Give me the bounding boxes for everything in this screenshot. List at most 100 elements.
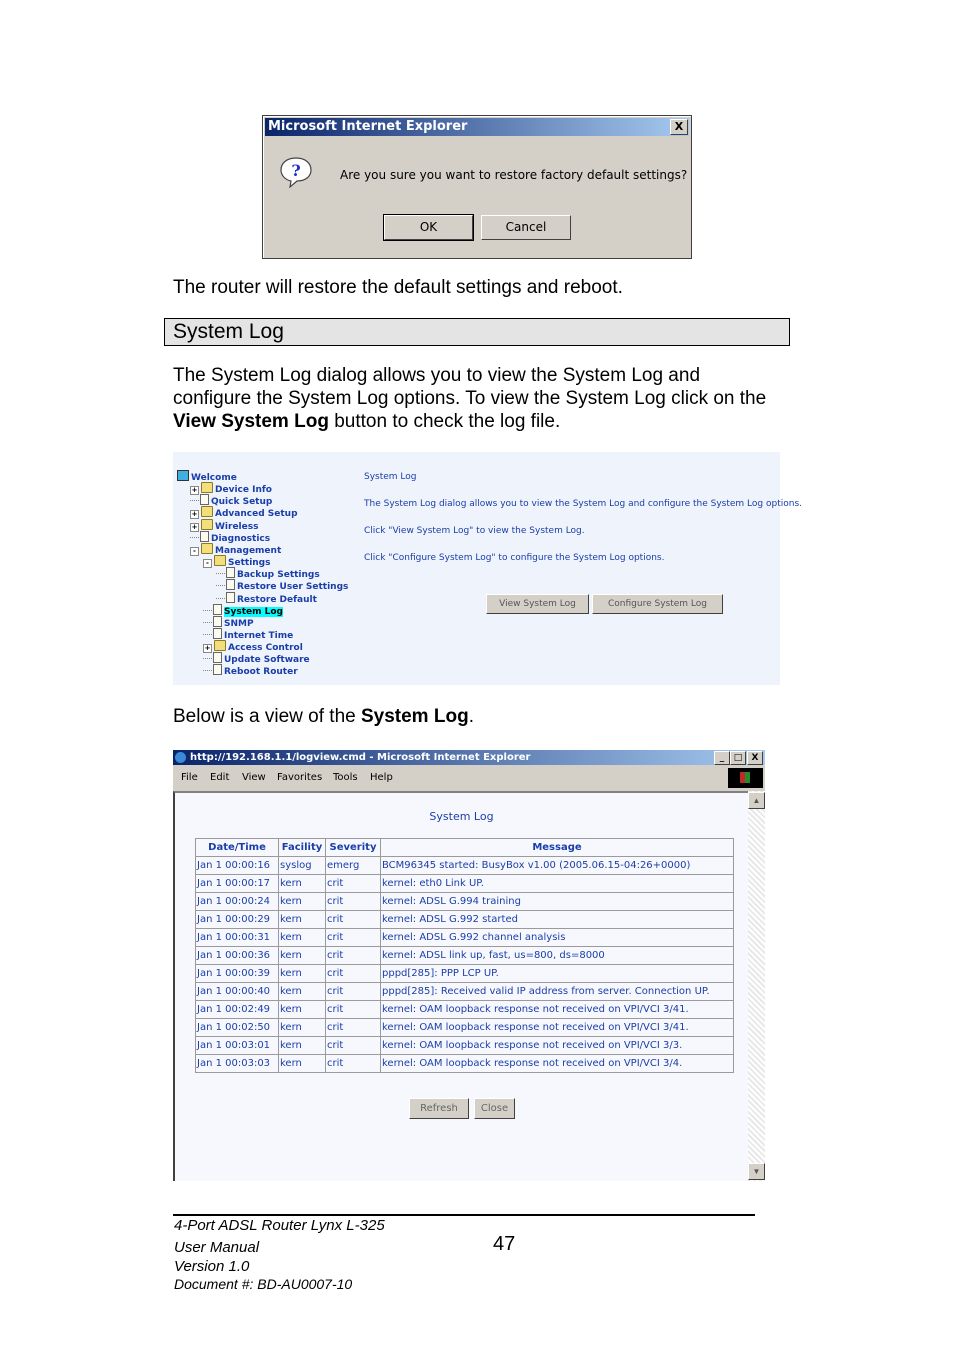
menu-tools[interactable]: Tools bbox=[333, 772, 358, 783]
windows-logo-icon bbox=[728, 768, 763, 788]
tree-item[interactable]: Reboot Router bbox=[203, 664, 298, 677]
date-time-cell: Jan 1 00:00:36 bbox=[195, 946, 279, 965]
tree-item[interactable]: Diagnostics bbox=[190, 530, 270, 544]
menu-favorites[interactable]: Favorites bbox=[277, 772, 322, 783]
section-title: System Log bbox=[173, 320, 284, 343]
date-time-cell: Jan 1 00:02:49 bbox=[195, 1000, 279, 1019]
vertical-scrollbar[interactable]: ▲ ▼ bbox=[748, 791, 765, 1181]
tree-connector bbox=[190, 536, 199, 538]
tree-item[interactable]: SNMP bbox=[203, 615, 254, 629]
table-row: Jan 1 00:00:40 kern crit pppd[285]: Receive… bbox=[195, 982, 734, 1001]
facility-cell: kern bbox=[278, 874, 326, 893]
date-time-cell: Jan 1 00:00:39 bbox=[195, 964, 279, 983]
tree-connector bbox=[216, 585, 225, 587]
column-header: Facility bbox=[278, 838, 326, 857]
menu-help[interactable]: Help bbox=[370, 772, 393, 783]
tree-item[interactable]: + Advanced Setup bbox=[190, 506, 298, 520]
folder-open-icon bbox=[201, 542, 213, 554]
dialog-close-button[interactable]: X bbox=[670, 119, 688, 135]
menu-bar: File Edit View Favorites Tools Help bbox=[173, 767, 765, 789]
facility-cell: kern bbox=[278, 946, 326, 965]
cancel-button[interactable]: Cancel bbox=[481, 215, 571, 240]
description-text: The System Log dialog allows you to view… bbox=[173, 365, 767, 409]
tree-connector bbox=[190, 500, 199, 502]
page-icon bbox=[213, 664, 222, 676]
refresh-button[interactable]: Refresh bbox=[409, 1098, 469, 1119]
collapse-icon[interactable]: - bbox=[190, 546, 199, 556]
page-icon bbox=[200, 530, 209, 542]
tree-item[interactable]: - Settings bbox=[203, 555, 270, 569]
window-titlebar: http://192.168.1.1/logview.cmd - Microso… bbox=[173, 750, 765, 765]
scroll-up-arrow-icon[interactable]: ▲ bbox=[748, 792, 765, 809]
ie-logo-icon bbox=[175, 752, 186, 763]
facility-cell: kern bbox=[278, 928, 326, 947]
date-time-cell: Jan 1 00:00:29 bbox=[195, 910, 279, 929]
router-web-ui: Welcome + Device Info Quick Setup + Advanced … bbox=[173, 452, 802, 685]
confirm-dialog: Microsoft Internet Explorer X ? Are you … bbox=[262, 115, 692, 259]
facility-cell: kern bbox=[278, 892, 326, 911]
table-row: Jan 1 00:02:50 kern crit kernel: OAM loopba… bbox=[195, 1018, 734, 1037]
menu-view[interactable]: View bbox=[242, 772, 266, 783]
window-close-button[interactable]: X bbox=[747, 751, 763, 765]
scroll-down-arrow-icon[interactable]: ▼ bbox=[748, 1163, 765, 1180]
message-cell: kernel: OAM loopback response not receiv… bbox=[380, 1018, 734, 1037]
tree-item[interactable]: Welcome bbox=[177, 470, 237, 483]
close-button[interactable]: Close bbox=[474, 1098, 515, 1119]
tree-connector bbox=[203, 621, 212, 623]
tree-connector bbox=[216, 573, 225, 575]
svg-text:?: ? bbox=[291, 161, 300, 180]
message-cell: kernel: eth0 Link UP. bbox=[380, 874, 734, 893]
tree-item[interactable]: Internet Time bbox=[203, 627, 293, 641]
menu-edit[interactable]: Edit bbox=[210, 772, 229, 783]
router-desc-2: Click "View System Log" to view the Syst… bbox=[364, 526, 585, 536]
page-number: 47 bbox=[493, 1233, 516, 1255]
severity-cell: crit bbox=[325, 1036, 381, 1055]
router-desc-3: Click "Configure System Log" to configur… bbox=[364, 553, 665, 563]
table-row: Jan 1 00:00:17 kern crit kernel: eth0 Link … bbox=[195, 874, 734, 893]
system-log-description: The System Log dialog allows you to view… bbox=[173, 364, 773, 433]
tree-item[interactable]: + Device Info bbox=[190, 482, 272, 496]
configure-system-log-button[interactable]: Configure System Log bbox=[592, 594, 723, 614]
page-icon bbox=[213, 627, 222, 639]
maximize-button[interactable]: □ bbox=[730, 751, 746, 765]
log-table-header: Date/Time Facility Severity Message bbox=[195, 838, 734, 857]
tree-item[interactable]: Restore User Settings bbox=[216, 579, 348, 592]
table-row: Jan 1 00:00:29 kern crit kernel: ADSL G.992… bbox=[195, 910, 734, 929]
tree-item[interactable]: + Access Control bbox=[203, 640, 303, 654]
table-row: Jan 1 00:00:31 kern crit kernel: ADSL G.992… bbox=[195, 928, 734, 947]
table-row: Jan 1 00:00:24 kern crit kernel: ADSL G.994… bbox=[195, 892, 734, 911]
message-cell: kernel: ADSL link up, fast, us=800, ds=8… bbox=[380, 946, 734, 965]
date-time-cell: Jan 1 00:00:16 bbox=[195, 856, 279, 875]
section-header: System Log bbox=[164, 318, 790, 346]
severity-cell: crit bbox=[325, 910, 381, 929]
log-heading: System Log bbox=[429, 810, 494, 823]
tree-item[interactable]: - Management bbox=[190, 542, 281, 556]
date-time-cell: Jan 1 00:00:17 bbox=[195, 874, 279, 893]
view-system-log-button[interactable]: View System Log bbox=[486, 594, 589, 614]
tree-connector bbox=[203, 658, 212, 660]
tree-item[interactable]: + Wireless bbox=[190, 518, 258, 532]
tree-connector bbox=[203, 633, 212, 635]
footer-version: Version 1.0 bbox=[174, 1258, 250, 1275]
tree-item[interactable]: Backup Settings bbox=[216, 567, 320, 580]
severity-cell: crit bbox=[325, 982, 381, 1001]
router-heading: System Log bbox=[364, 472, 417, 482]
tree-item[interactable]: Quick Setup bbox=[190, 494, 272, 507]
folder-icon bbox=[201, 482, 213, 494]
facility-cell: syslog bbox=[278, 856, 326, 875]
message-cell: kernel: ADSL G.992 channel analysis bbox=[380, 928, 734, 947]
ok-button[interactable]: OK bbox=[383, 214, 474, 241]
tree-item[interactable]: Restore Default bbox=[216, 591, 317, 605]
minimize-button[interactable]: _ bbox=[714, 751, 730, 765]
column-header: Severity bbox=[325, 838, 381, 857]
collapse-icon[interactable]: - bbox=[203, 559, 212, 569]
folder-icon bbox=[201, 506, 213, 518]
severity-cell: crit bbox=[325, 1000, 381, 1019]
message-cell: pppd[285]: Received valid IP address fro… bbox=[380, 982, 734, 1001]
tree-item[interactable]: System Log bbox=[203, 603, 283, 617]
log-table: Date/Time Facility Severity Message Jan 1 0… bbox=[195, 838, 734, 1073]
tree-item[interactable]: Update Software bbox=[203, 652, 310, 665]
menu-file[interactable]: File bbox=[181, 772, 198, 783]
footer-product: 4-Port ADSL Router Lynx L-325 bbox=[174, 1217, 385, 1234]
message-cell: kernel: OAM loopback response not receiv… bbox=[380, 1000, 734, 1019]
